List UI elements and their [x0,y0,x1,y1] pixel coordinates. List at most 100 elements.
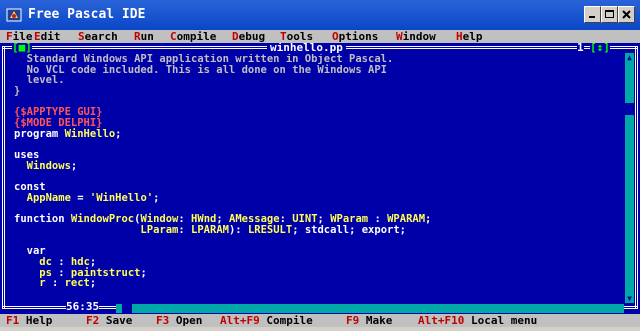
menu-hotkey: R [134,30,141,43]
menu-label: ompile [176,30,217,43]
scroll-up-arrow-icon[interactable]: ▲ [625,53,634,62]
menu-item-help[interactable]: Help [456,30,483,43]
code-token: = [77,191,90,204]
menu-label: un [140,30,154,43]
menu-item-search[interactable]: Search [78,30,118,43]
close-box-glyph: [■] [12,43,32,54]
status-key: F1 [6,314,20,327]
menu-label: earch [84,30,118,43]
free-pascal-app-icon[interactable] [6,7,22,23]
code-token: Windows [14,159,71,172]
menu-hotkey: D [232,30,239,43]
status-key: F3 [156,314,170,327]
menu-item-file[interactable]: File [6,30,33,43]
code-line: r : rect; [14,278,624,289]
code-token: : [178,224,192,236]
close-icon [622,10,631,19]
status-label: Make [359,314,393,327]
code-token: : [51,277,65,290]
code-token: rect [64,277,90,290]
menu-item-options[interactable]: Options [332,30,378,43]
menu-hotkey: E [34,30,41,43]
code-token: ; [140,266,147,279]
menu-label: dit [40,30,61,43]
code-token: ; [70,159,78,172]
status-bar: F1 Help F2 Save F3 Open Alt+F9 Compile F9 Ma… [0,314,640,327]
horizontal-scroll-thumb[interactable] [122,304,132,313]
title-bar: Free Pascal IDE [0,0,640,30]
menu-item-edit[interactable]: Edit [34,30,61,43]
status-command-open[interactable]: F3 Open [156,314,202,327]
code-area[interactable]: Standard Windows API application written… [14,54,624,301]
status-key: Alt+F10 [418,314,465,327]
menu-hotkey: H [456,30,463,43]
code-token: LParam [14,224,179,236]
status-command-local-menu[interactable]: Alt+F10 Local menu [418,314,537,327]
code-line: var [14,246,624,257]
status-key: F9 [346,314,360,327]
code-token: No VCL code included. This is all done o… [14,63,387,76]
status-command-compile[interactable]: Alt+F9 Compile [220,314,313,327]
code-token: ; [115,127,122,140]
menu-item-run[interactable]: Run [134,30,154,43]
status-command-make[interactable]: F9 Make [346,314,392,327]
code-token: 'WinHello' [89,191,154,204]
status-label: Local menu [464,314,538,327]
menu-label: ools [286,30,314,43]
editor-zoom-box[interactable]: [↕] [590,43,610,53]
menu-hotkey: O [332,30,339,43]
code-token: } [14,85,21,98]
code-line: {$APPTYPE GUI} [14,107,624,118]
vertical-scroll-thumb[interactable] [625,103,634,115]
minimize-button[interactable] [584,6,601,23]
cursor-position: 56:35 [66,300,100,313]
editor-frame-top: [■] winhello.pp 1 [↕] [0,43,640,53]
code-token: ; [425,213,432,226]
code-line: LParam: LPARAM): LRESULT; stdcall; expor… [14,225,624,236]
code-token: ): [228,224,248,236]
menu-item-compile[interactable]: Compile [170,30,216,43]
menu-label: indow [402,30,436,43]
editor-close-box[interactable]: [■] [12,43,32,53]
code-token: WinHello [64,127,116,140]
code-line: program WinHello; [14,127,624,140]
vertical-scrollbar[interactable]: ▲ ▼ [625,53,634,303]
editor-window-number: 1 [577,43,584,54]
editor-window: [■] winhello.pp 1 [↕] Standard Windows A… [0,43,640,314]
menu-item-debug[interactable]: Debug [232,30,265,43]
code-token: ; stdcall; export; [292,224,406,236]
zoom-box-glyph: [↕] [590,43,610,54]
close-button[interactable] [618,6,635,23]
horizontal-scrollbar[interactable] [116,304,624,313]
menu-item-window[interactable]: Window [396,30,436,43]
maximize-icon [605,10,614,18]
menu-hotkey: S [78,30,85,43]
code-token: LRESULT [247,224,293,236]
menu-item-tools[interactable]: Tools [280,30,313,43]
editor-file-title[interactable]: winhello.pp [267,43,346,53]
code-line: AppName = 'WinHello'; [14,193,624,204]
code-token: ; [89,277,97,290]
status-key: Alt+F9 [220,314,260,327]
maximize-button[interactable] [601,6,618,23]
menu-label: ebug [238,30,266,43]
code-line: Windows; [14,161,624,172]
status-label: Open [169,314,203,327]
menu-hotkey: T [280,30,287,43]
menu-hotkey: F [6,30,13,43]
code-line: } [14,86,624,97]
code-token: ; [153,191,160,204]
code-token: LPARAM [191,224,229,236]
menu-label: ptions [338,30,379,43]
frame-right-line [635,46,638,308]
status-command-help[interactable]: F1 Help [6,314,52,327]
frame-left-line [2,46,5,308]
minimize-icon [589,16,595,18]
menu-label: ile [12,30,33,43]
status-command-save[interactable]: F2 Save [86,314,132,327]
code-line: ps : paintstruct; [14,266,624,279]
